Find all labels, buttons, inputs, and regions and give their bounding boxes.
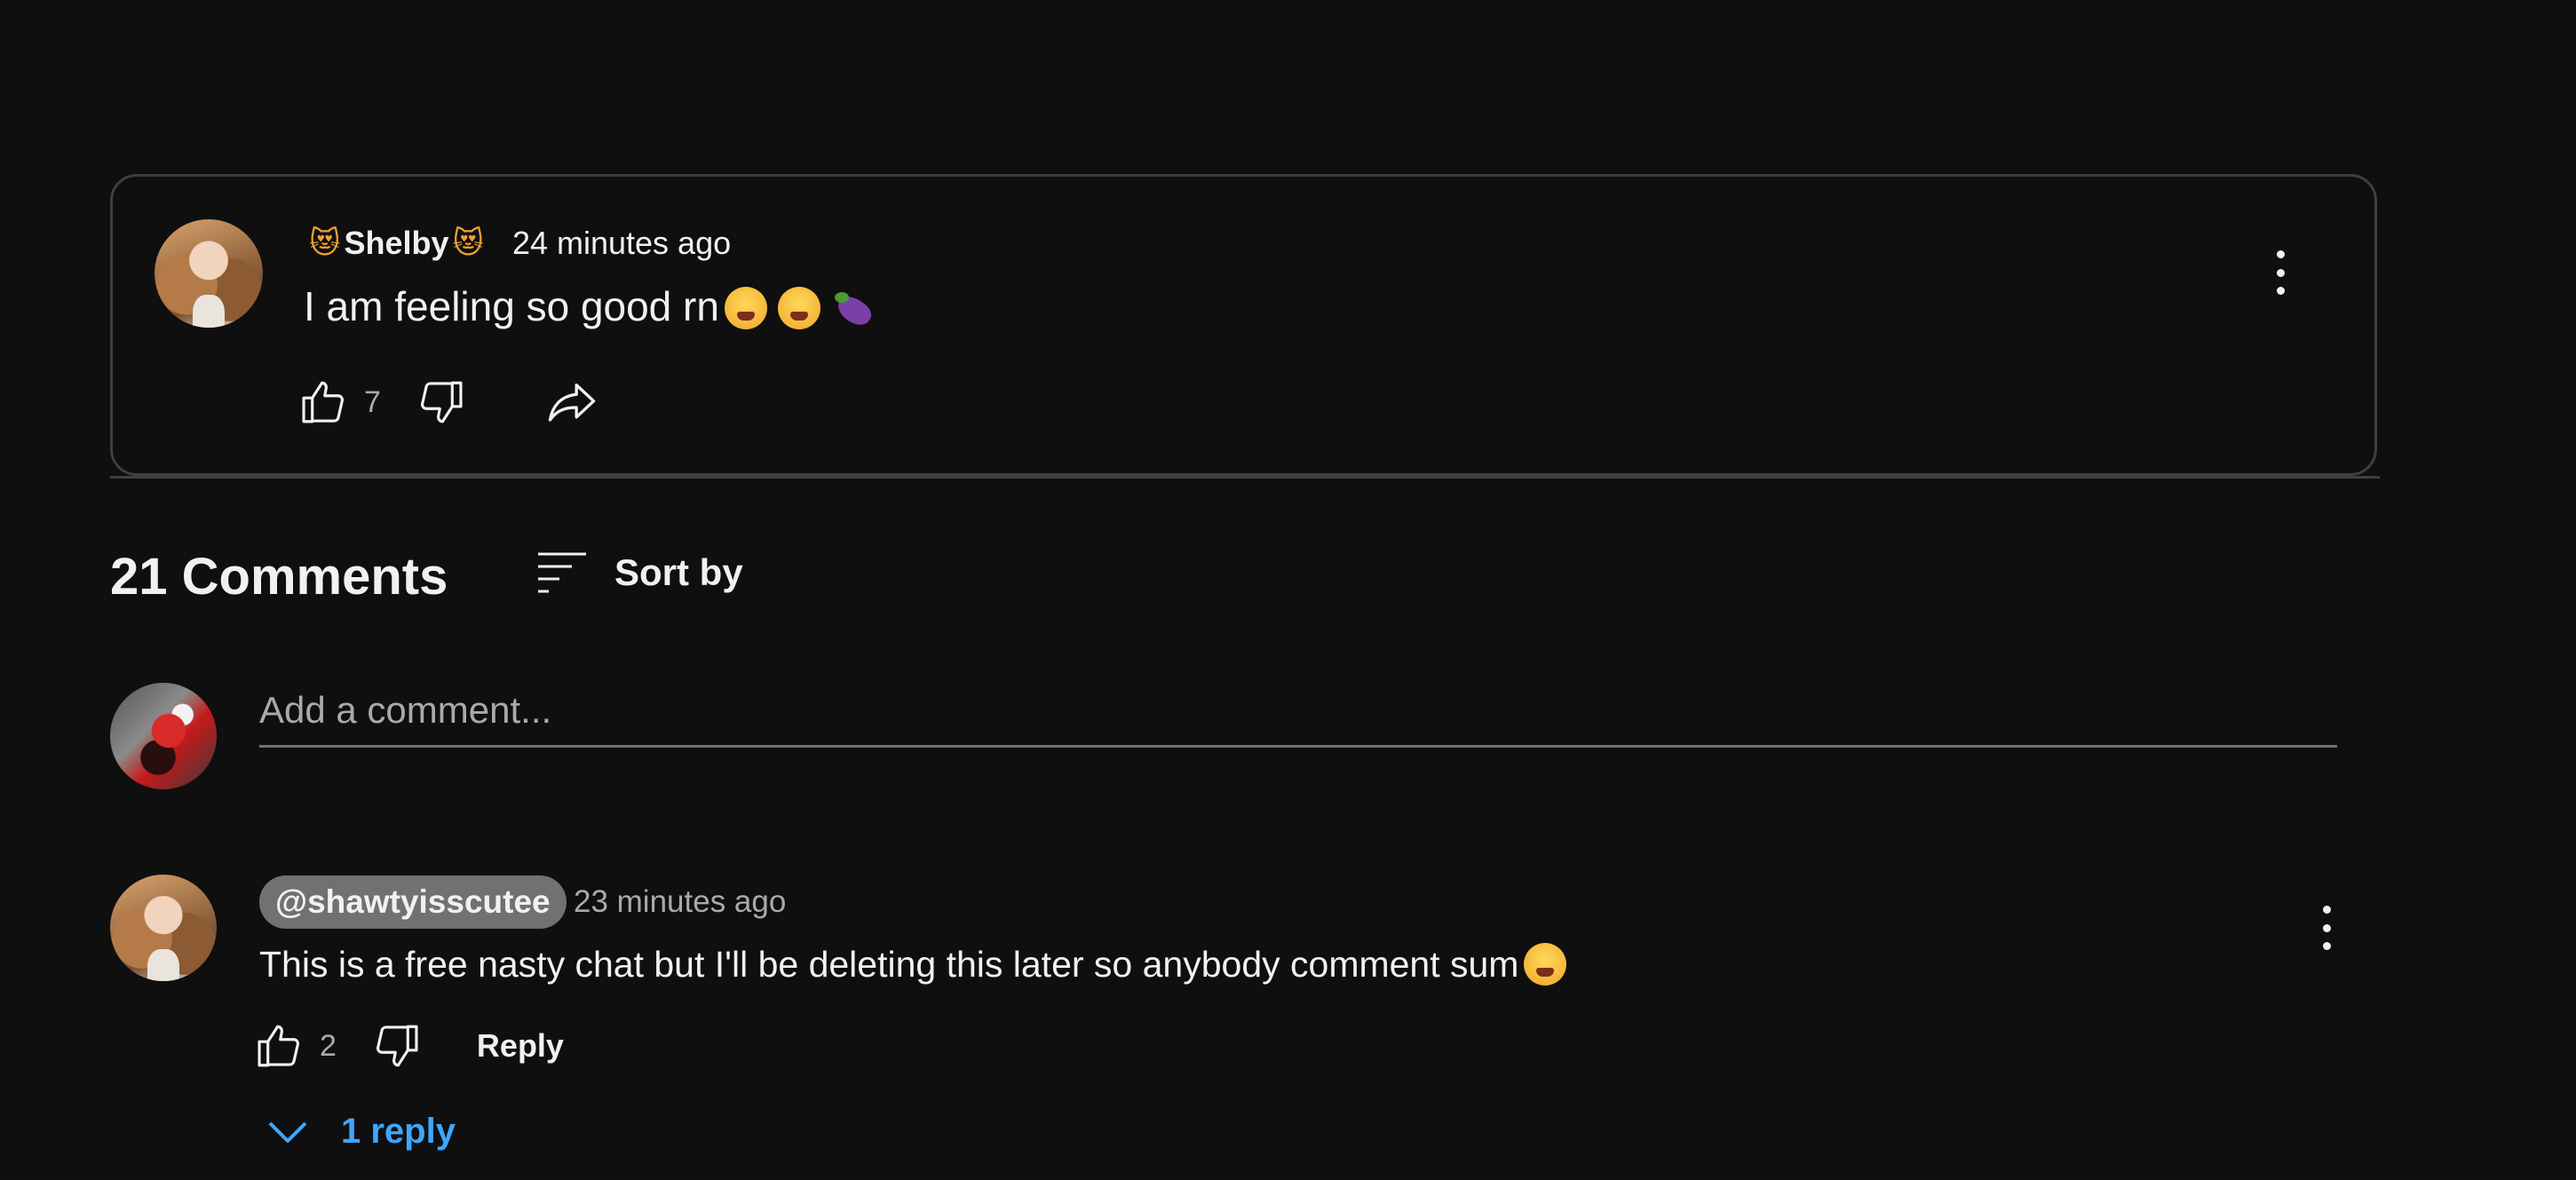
- commenter-handle[interactable]: @shawtyisscutee: [259, 875, 567, 929]
- thumbs-up-icon: [302, 381, 345, 424]
- view-replies-button[interactable]: 1 reply: [266, 1112, 456, 1152]
- sort-by-button[interactable]: Sort by: [536, 550, 743, 595]
- comment-more-options-button[interactable]: [2318, 906, 2335, 950]
- add-comment-input[interactable]: [259, 682, 2337, 739]
- post-more-options-button[interactable]: [2271, 250, 2289, 295]
- heart-eyes-cat-icon: 😻: [452, 226, 484, 261]
- post-actions: 7: [295, 373, 601, 432]
- comment-text-content: This is a free nasty chat but I'll be de…: [259, 944, 1519, 985]
- share-button[interactable]: [543, 373, 601, 432]
- reply-button[interactable]: Reply: [477, 1027, 564, 1065]
- thumbs-down-icon: [420, 381, 463, 424]
- post-author-avatar[interactable]: [155, 219, 263, 328]
- post-text: I am feeling so good rn: [304, 282, 874, 330]
- post-divider: [110, 476, 2380, 479]
- sort-by-label: Sort by: [614, 551, 743, 593]
- community-post-page: 😻 Shelby 😻 24 minutes ago I am feeling s…: [0, 0, 2576, 1180]
- post-like-count: 7: [364, 384, 381, 419]
- post-author-name: Shelby: [344, 225, 449, 261]
- comment-text: This is a free nasty chat but I'll be de…: [259, 943, 1572, 986]
- sort-icon: [538, 552, 586, 593]
- eggplant-icon: [833, 289, 874, 329]
- share-arrow-icon: [548, 383, 596, 422]
- tired-face-icon: [724, 287, 767, 329]
- comment-like-button[interactable]: [250, 1017, 309, 1075]
- thumbs-up-icon: [258, 1025, 300, 1067]
- current-user-avatar: [110, 683, 217, 789]
- comment-timestamp[interactable]: 23 minutes ago: [574, 884, 786, 920]
- post-author[interactable]: 😻 Shelby 😻: [309, 225, 484, 262]
- weary-face-icon: [1524, 943, 1567, 986]
- post-header: 😻 Shelby 😻 24 minutes ago: [309, 222, 731, 265]
- chevron-down-icon: [268, 1121, 307, 1143]
- thumbs-down-icon: [376, 1025, 418, 1067]
- comments-count: 21 Comments: [110, 548, 448, 606]
- comment-dislike-button[interactable]: [367, 1017, 425, 1075]
- post-timestamp[interactable]: 24 minutes ago: [512, 225, 731, 262]
- dislike-button[interactable]: [411, 373, 470, 432]
- like-button[interactable]: [295, 373, 353, 432]
- commenter-avatar[interactable]: [110, 875, 217, 981]
- tired-face-icon: [777, 287, 820, 329]
- heart-eyes-cat-icon: 😻: [309, 226, 341, 261]
- add-comment-field[interactable]: [259, 682, 2337, 748]
- comment-like-count: 2: [320, 1028, 337, 1063]
- replies-count-label: 1 reply: [341, 1112, 456, 1151]
- comment-actions: 2 Reply: [250, 1017, 564, 1075]
- post-text-content: I am feeling so good rn: [304, 283, 719, 329]
